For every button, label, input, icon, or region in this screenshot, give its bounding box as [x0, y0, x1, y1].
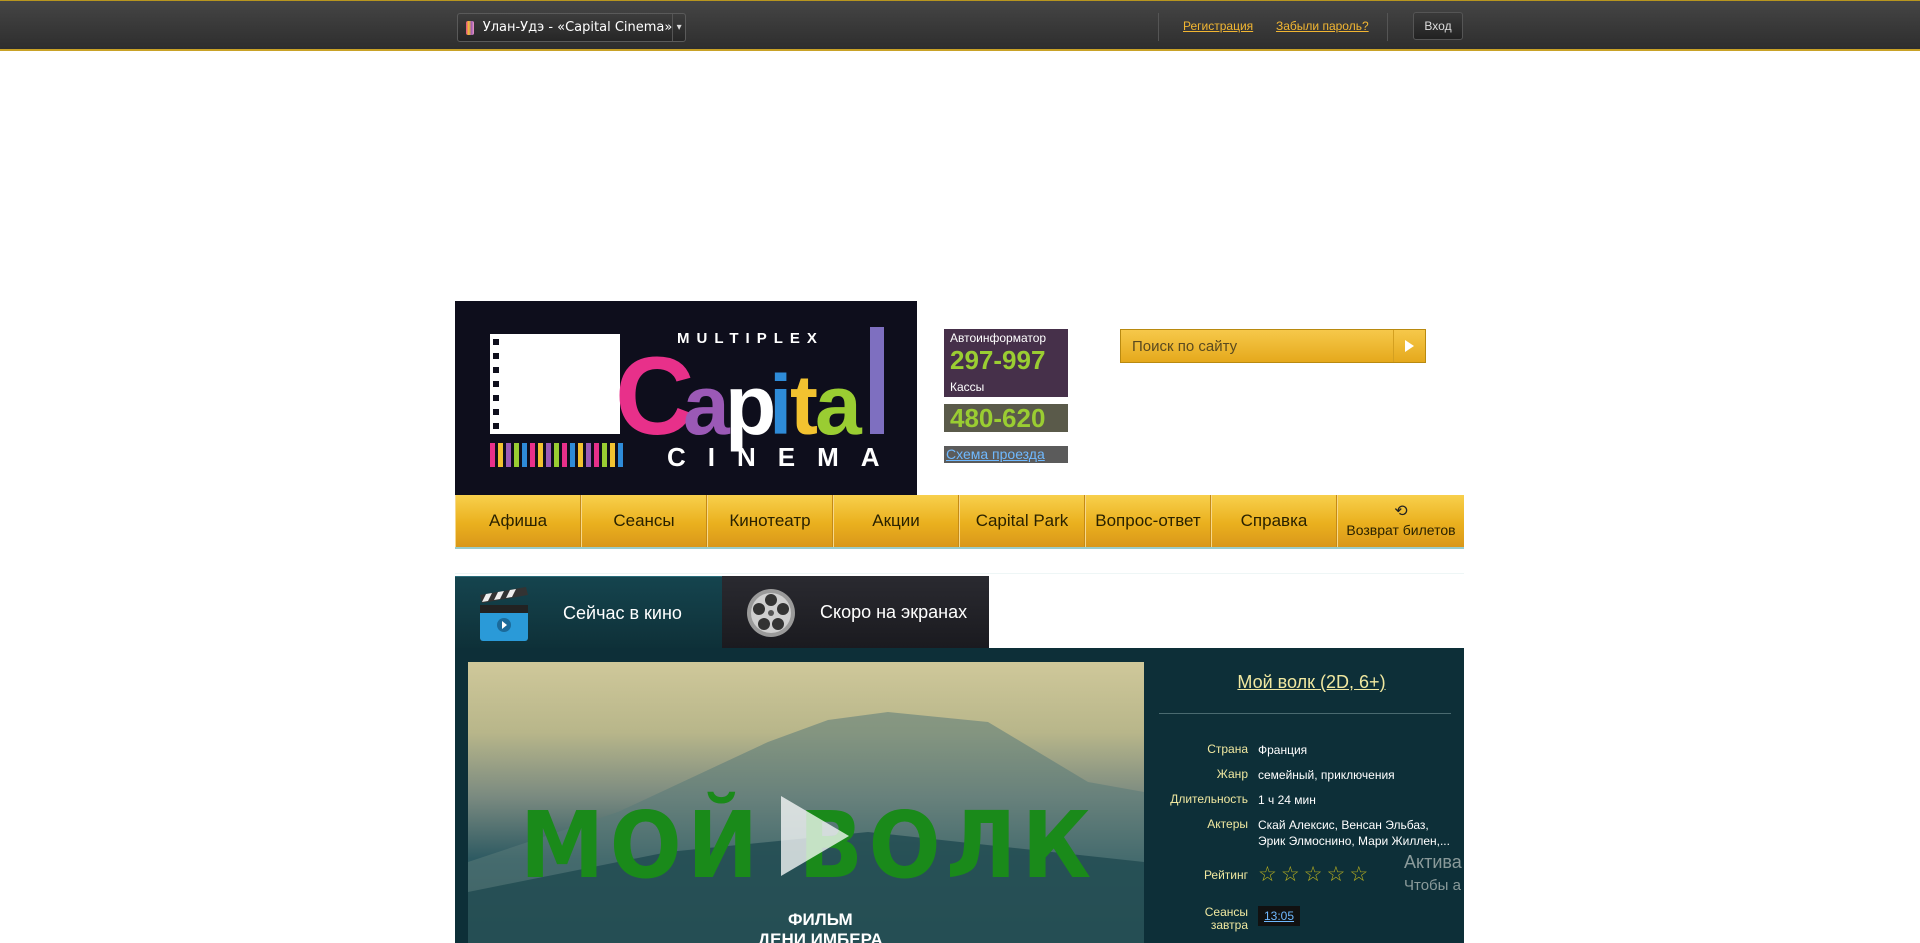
- clapperboard-icon: [475, 583, 533, 643]
- top-bar: Улан-Удэ - «Capital Cinema» ▾ Регистраци…: [0, 0, 1920, 51]
- city-selector[interactable]: Улан-Удэ - «Capital Cinema» ▾: [457, 13, 686, 42]
- cashier-number: 480-620: [950, 403, 1046, 433]
- country-label: Страна: [1207, 742, 1248, 756]
- divider: [455, 573, 1464, 574]
- search-box: [1120, 329, 1426, 363]
- film-reel-icon: [742, 583, 800, 643]
- cashier-label: Кассы: [950, 380, 985, 394]
- chevron-down-icon[interactable]: ▾: [672, 14, 685, 41]
- map-link[interactable]: Схема проезда: [944, 446, 1068, 463]
- movie-tabs: Сейчас в кино Скоро на экранах: [455, 576, 989, 649]
- star-icon[interactable]: ☆: [1258, 864, 1277, 885]
- nav-item-faq[interactable]: Вопрос-ответ: [1085, 495, 1211, 547]
- login-button[interactable]: Вход: [1413, 12, 1463, 40]
- nav-item-promotions[interactable]: Акции: [833, 495, 959, 547]
- sessions-row: Сеансы завтра 13:05: [1159, 906, 1464, 932]
- trailer-subtitle-line1: ФИЛЬМ: [788, 910, 853, 929]
- divider: [1159, 713, 1451, 714]
- movie-title-link[interactable]: Мой волк (2D, 6+): [1159, 672, 1464, 693]
- actors-label: Актеры: [1207, 817, 1248, 831]
- duration-label: Длительность: [1170, 792, 1248, 806]
- featured-movie: МОЙ ВОЛК ФИЛЬМ ДЕНИ ИМБЕРА Мой волк (2D,…: [455, 648, 1464, 943]
- svg-text:t: t: [790, 358, 817, 452]
- nav-item-help[interactable]: Справка: [1211, 495, 1337, 547]
- star-icon[interactable]: ☆: [1326, 864, 1345, 885]
- nav-item-capital-park[interactable]: Capital Park: [959, 495, 1085, 547]
- play-icon[interactable]: [781, 796, 849, 876]
- search-button[interactable]: [1393, 330, 1425, 362]
- nav-item-sessions[interactable]: Сеансы: [581, 495, 707, 547]
- register-link[interactable]: Регистрация: [1183, 19, 1253, 33]
- star-icon[interactable]: ☆: [1349, 864, 1368, 885]
- country-row: Страна Франция: [1159, 742, 1464, 758]
- activation-line1: Актива: [1404, 852, 1462, 872]
- forgot-password-link[interactable]: Забыли пароль?: [1276, 19, 1369, 33]
- genre-value: семейный, приключения: [1258, 768, 1395, 782]
- session-time-link[interactable]: 13:05: [1258, 906, 1301, 926]
- cinema-logo-icon: [466, 20, 474, 35]
- country-value: Франция: [1258, 743, 1308, 757]
- city-selector-label: Улан-Удэ - «Capital Cinema»: [482, 20, 673, 35]
- refresh-icon: ⟲: [1394, 503, 1408, 520]
- autoinfo-label: Автоинформатор: [950, 331, 1047, 345]
- trailer-player[interactable]: МОЙ ВОЛК ФИЛЬМ ДЕНИ ИМБЕРА: [468, 662, 1144, 943]
- ticket-return-label: Возврат билетов: [1346, 522, 1456, 538]
- svg-text:i: i: [769, 358, 788, 452]
- search-input[interactable]: [1121, 337, 1393, 355]
- autoinfo-number: 297-997: [950, 345, 1046, 375]
- actors-value: Скай Алексис, Венсан Эльбаз, Эрик Элмосн…: [1258, 818, 1450, 848]
- rating-label: Рейтинг: [1203, 868, 1248, 882]
- cashier-number-box: 480-620: [944, 404, 1068, 432]
- rating-stars[interactable]: ☆ ☆ ☆ ☆ ☆: [1258, 864, 1368, 885]
- tab-now-showing[interactable]: Сейчас в кино: [455, 576, 722, 649]
- divider: [1387, 13, 1388, 41]
- svg-text:a: a: [815, 358, 863, 452]
- star-icon[interactable]: ☆: [1281, 864, 1300, 885]
- svg-text:a: a: [683, 358, 731, 452]
- duration-value: 1 ч 24 мин: [1258, 793, 1316, 807]
- trailer-subtitle-line2: ДЕНИ ИМБЕРА: [758, 930, 883, 943]
- sessions-label: Сеансы завтра: [1159, 906, 1258, 932]
- main-nav: Афиша Сеансы Кинотеатр Акции Capital Par…: [455, 495, 1464, 549]
- duration-row: Длительность 1 ч 24 мин: [1159, 792, 1464, 808]
- star-icon[interactable]: ☆: [1304, 864, 1323, 885]
- activation-line2: Чтобы а: [1404, 877, 1461, 894]
- tab-coming-soon-label: Скоро на экранах: [820, 602, 968, 622]
- tab-coming-soon[interactable]: Скоро на экранах: [722, 576, 989, 649]
- site-logo[interactable]: MULTIPLEX C a p i t a CINEMA: [455, 301, 917, 495]
- nav-item-cinema[interactable]: Кинотеатр: [707, 495, 833, 547]
- play-arrow-icon: [1405, 340, 1414, 352]
- phones-block: Автоинформатор 297-997 Кассы: [944, 329, 1068, 397]
- genre-label: Жанр: [1216, 767, 1248, 781]
- nav-item-ticket-return[interactable]: ⟲ Возврат билетов: [1337, 495, 1464, 547]
- actors-row: Актеры Скай Алексис, Венсан Эльбаз, Эрик…: [1159, 817, 1464, 849]
- nav-item-afisha[interactable]: Афиша: [455, 495, 581, 547]
- genre-row: Жанр семейный, приключения: [1159, 767, 1464, 783]
- sessions-label-line2: завтра: [1210, 918, 1248, 932]
- svg-text:CINEMA: CINEMA: [667, 442, 902, 472]
- trailer-subtitle: ФИЛЬМ ДЕНИ ИМБЕРА: [758, 910, 883, 943]
- movie-info: Мой волк (2D, 6+) Страна Франция Жанр се…: [1159, 648, 1464, 943]
- divider: [1158, 13, 1159, 41]
- windows-activation-watermark: Актива Чтобы а: [1404, 850, 1462, 898]
- svg-text:C: C: [615, 335, 692, 458]
- svg-text:MULTIPLEX: MULTIPLEX: [677, 330, 824, 347]
- svg-text:p: p: [725, 358, 773, 452]
- tab-now-showing-label: Сейчас в кино: [563, 602, 682, 623]
